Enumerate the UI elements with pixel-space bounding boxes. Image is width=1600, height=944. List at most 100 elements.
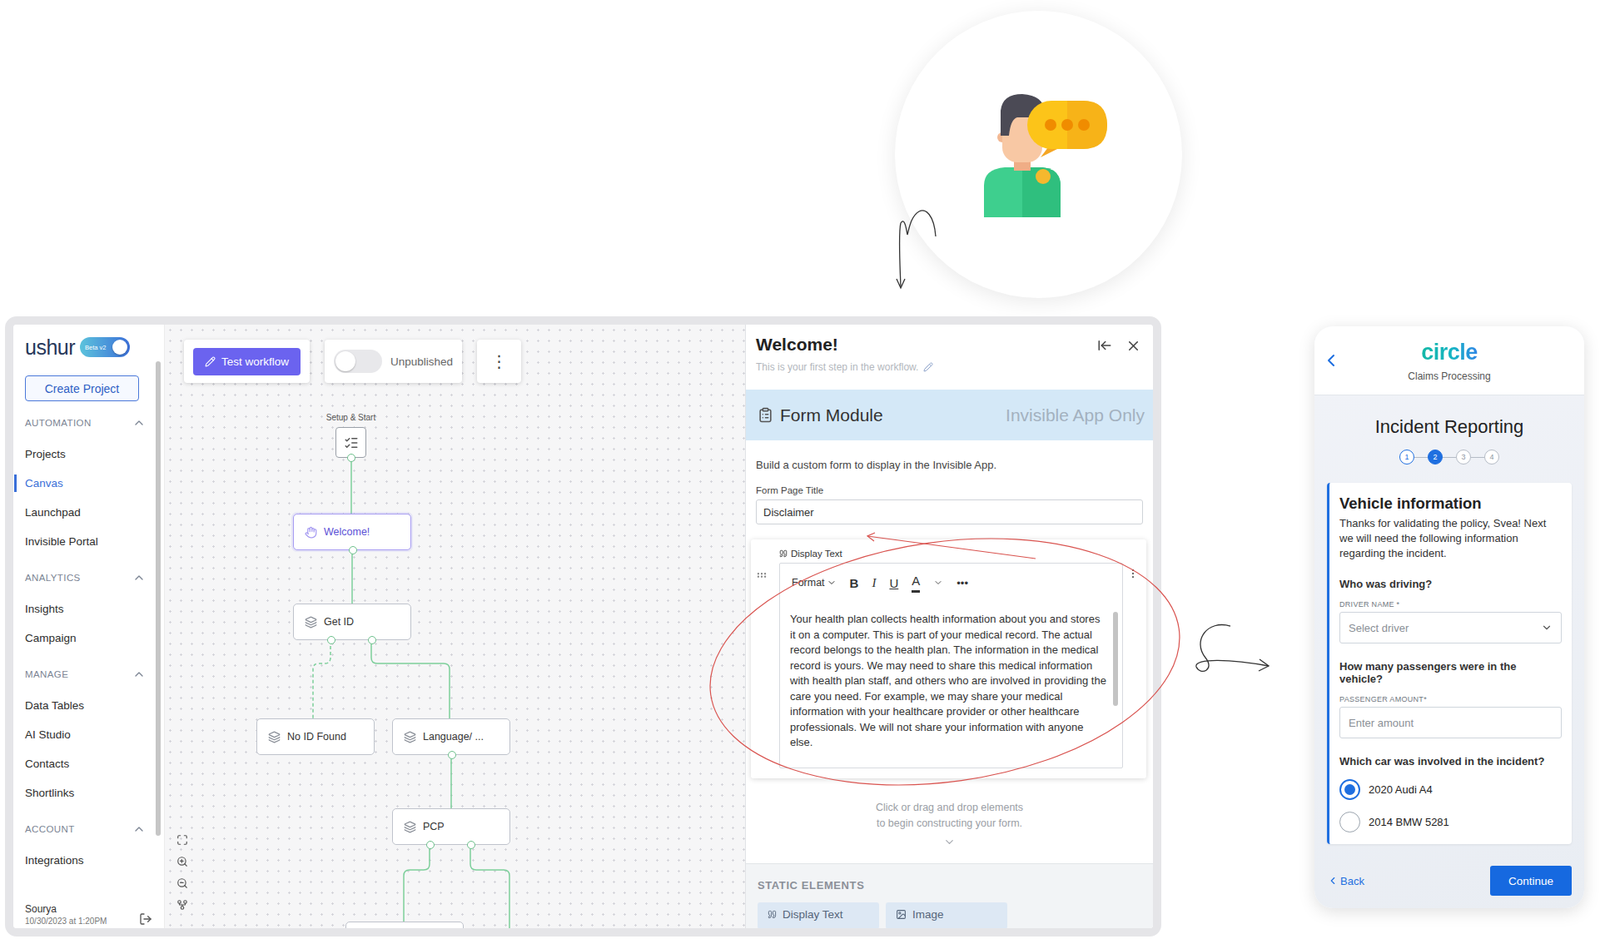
start-node[interactable]: Setup & Start <box>302 412 400 458</box>
element-chips: Display TextImage <box>757 902 1142 930</box>
ushur-logo[interactable]: ushur <box>24 335 75 360</box>
editor-scroll-thumb[interactable] <box>1113 611 1119 706</box>
start-box[interactable] <box>335 427 367 458</box>
sidebar-item[interactable]: Insights <box>24 594 153 624</box>
sidebar-item[interactable]: Shortlinks <box>24 778 153 808</box>
page-title-input[interactable]: Disclaimer <box>755 499 1143 525</box>
node-port[interactable] <box>467 840 476 850</box>
workflow-node[interactable]: PCP <box>392 808 511 845</box>
driver-select[interactable]: Select driver <box>1339 611 1562 644</box>
section-header[interactable]: ACCOUNT <box>24 815 153 843</box>
sidebar-item[interactable]: Campaign <box>24 623 153 653</box>
card-title: Vehicle information <box>1339 494 1562 513</box>
more-menu[interactable]: ⋮ <box>491 351 508 372</box>
create-project-button[interactable]: Create Project <box>24 375 140 402</box>
drag-handle-icon[interactable] <box>755 569 768 582</box>
logout-icon[interactable] <box>139 912 153 926</box>
toggle-knob <box>112 339 128 355</box>
rich-text-editor[interactable]: Format BIUA ••• Your health plan collects h… <box>779 562 1123 769</box>
workflow-node[interactable]: No ID Found <box>256 718 375 756</box>
car-option[interactable]: 2020 Audi A4 <box>1339 779 1562 800</box>
color-button[interactable]: A <box>911 573 920 593</box>
node-port[interactable] <box>347 453 356 463</box>
publish-label: Unpublished <box>390 355 453 368</box>
section-header[interactable]: MANAGE <box>24 660 153 688</box>
underline-button[interactable]: U <box>889 576 899 591</box>
display-text-element[interactable]: Display Text Format BIUA ••• Your health pla… <box>750 539 1147 779</box>
step-dot[interactable]: 3 <box>1455 449 1471 465</box>
sidebar-item[interactable]: Projects <box>24 439 153 469</box>
step-dot[interactable]: 2 <box>1427 449 1443 465</box>
test-card: Test workflow <box>183 339 310 383</box>
workflow-canvas[interactable]: Test workflow Unpublished ⋮ Setup & Start We… <box>164 324 746 929</box>
workflow-node[interactable]: Get ID <box>293 603 412 641</box>
node-port[interactable] <box>426 840 435 850</box>
radio-button[interactable] <box>1339 779 1361 800</box>
chevron-up-icon[interactable] <box>132 822 146 836</box>
element-label: Display Text <box>779 547 1123 560</box>
layers-icon <box>304 616 318 629</box>
chevron-up-icon[interactable] <box>132 416 146 430</box>
sidebar-item[interactable]: Data Tables <box>24 690 153 721</box>
node-port[interactable] <box>348 546 358 555</box>
test-workflow-button[interactable]: Test workflow <box>193 347 301 376</box>
section-header[interactable]: ANALYTICS <box>24 564 153 592</box>
format-dropdown[interactable]: Format <box>791 576 837 589</box>
workflow-node[interactable] <box>345 921 464 929</box>
close-icon[interactable] <box>1125 337 1142 354</box>
zoom-out-icon[interactable] <box>176 877 189 890</box>
edge <box>371 640 450 719</box>
step-connector <box>1470 457 1485 458</box>
mobile-header: circleClaims Processing <box>1314 326 1585 396</box>
sidebar-scrollbar[interactable] <box>155 361 161 836</box>
publish-toggle[interactable] <box>333 349 383 373</box>
menu-card: ⋮ <box>477 339 522 383</box>
question: Who was driving? <box>1339 577 1562 591</box>
back-link[interactable]: Back <box>1326 874 1365 888</box>
editor-scroll-track[interactable] <box>1113 611 1119 751</box>
more-tools[interactable]: ••• <box>956 576 969 590</box>
publish-card: Unpublished <box>324 339 463 383</box>
module-band: Form ModuleInvisible App Only <box>745 389 1153 441</box>
chevron-up-icon[interactable] <box>132 667 146 681</box>
sidebar-item[interactable]: Launchpad <box>24 497 153 527</box>
element-chip[interactable]: Image <box>885 902 1008 930</box>
step-dot[interactable]: 4 <box>1484 449 1500 465</box>
fit-screen-icon[interactable] <box>176 834 189 846</box>
continue-button[interactable]: Continue <box>1490 865 1572 896</box>
sidebar-item[interactable]: Invisible Portal <box>24 526 153 557</box>
expand-icon[interactable] <box>943 835 956 849</box>
zoom-in-icon[interactable] <box>176 855 189 868</box>
bold-button[interactable]: B <box>849 576 860 591</box>
step-dot[interactable]: 1 <box>1399 449 1415 465</box>
sidebar-item[interactable]: Canvas <box>24 468 153 498</box>
edit-icon[interactable] <box>923 362 934 373</box>
showcase-row: ushurBeta v2 Create Project AUTOMATIONProj… <box>0 316 1600 937</box>
section-header[interactable]: AUTOMATION <box>24 409 153 437</box>
editor-text[interactable]: Your health plan collects health informa… <box>790 611 1107 751</box>
beta-toggle[interactable]: Beta v2 <box>79 337 130 358</box>
passenger-input[interactable]: Enter amount <box>1339 706 1562 739</box>
back-arrow-icon[interactable] <box>1321 350 1342 371</box>
sidebar-item[interactable]: Contacts <box>24 749 153 779</box>
sidebar-item[interactable]: Integrations <box>24 845 153 875</box>
panel-title: Welcome! <box>755 334 934 355</box>
mobile-preview: circleClaims ProcessingIncident Reportin… <box>1314 326 1585 909</box>
car-option[interactable]: 2014 BMW 5281 <box>1339 811 1562 833</box>
node-port[interactable] <box>367 636 377 645</box>
chevron-up-icon[interactable] <box>132 571 146 585</box>
color-chevron-icon[interactable] <box>933 577 944 588</box>
node-port[interactable] <box>327 636 336 645</box>
workflow-node[interactable]: Welcome! <box>293 513 412 551</box>
circle-logo: circle <box>1421 339 1478 366</box>
node-port[interactable] <box>447 750 457 760</box>
node-label: PCP <box>422 820 445 833</box>
sidebar-item[interactable]: AI Studio <box>24 720 153 750</box>
element-chip[interactable]: Display Text <box>757 902 880 930</box>
collapse-icon[interactable] <box>1097 337 1113 353</box>
element-menu-icon[interactable] <box>1127 567 1139 580</box>
branch-icon[interactable] <box>176 899 189 911</box>
radio-button[interactable] <box>1339 811 1361 833</box>
workflow-node[interactable]: Language/ ... <box>392 718 511 756</box>
italic-button[interactable]: I <box>871 576 876 591</box>
